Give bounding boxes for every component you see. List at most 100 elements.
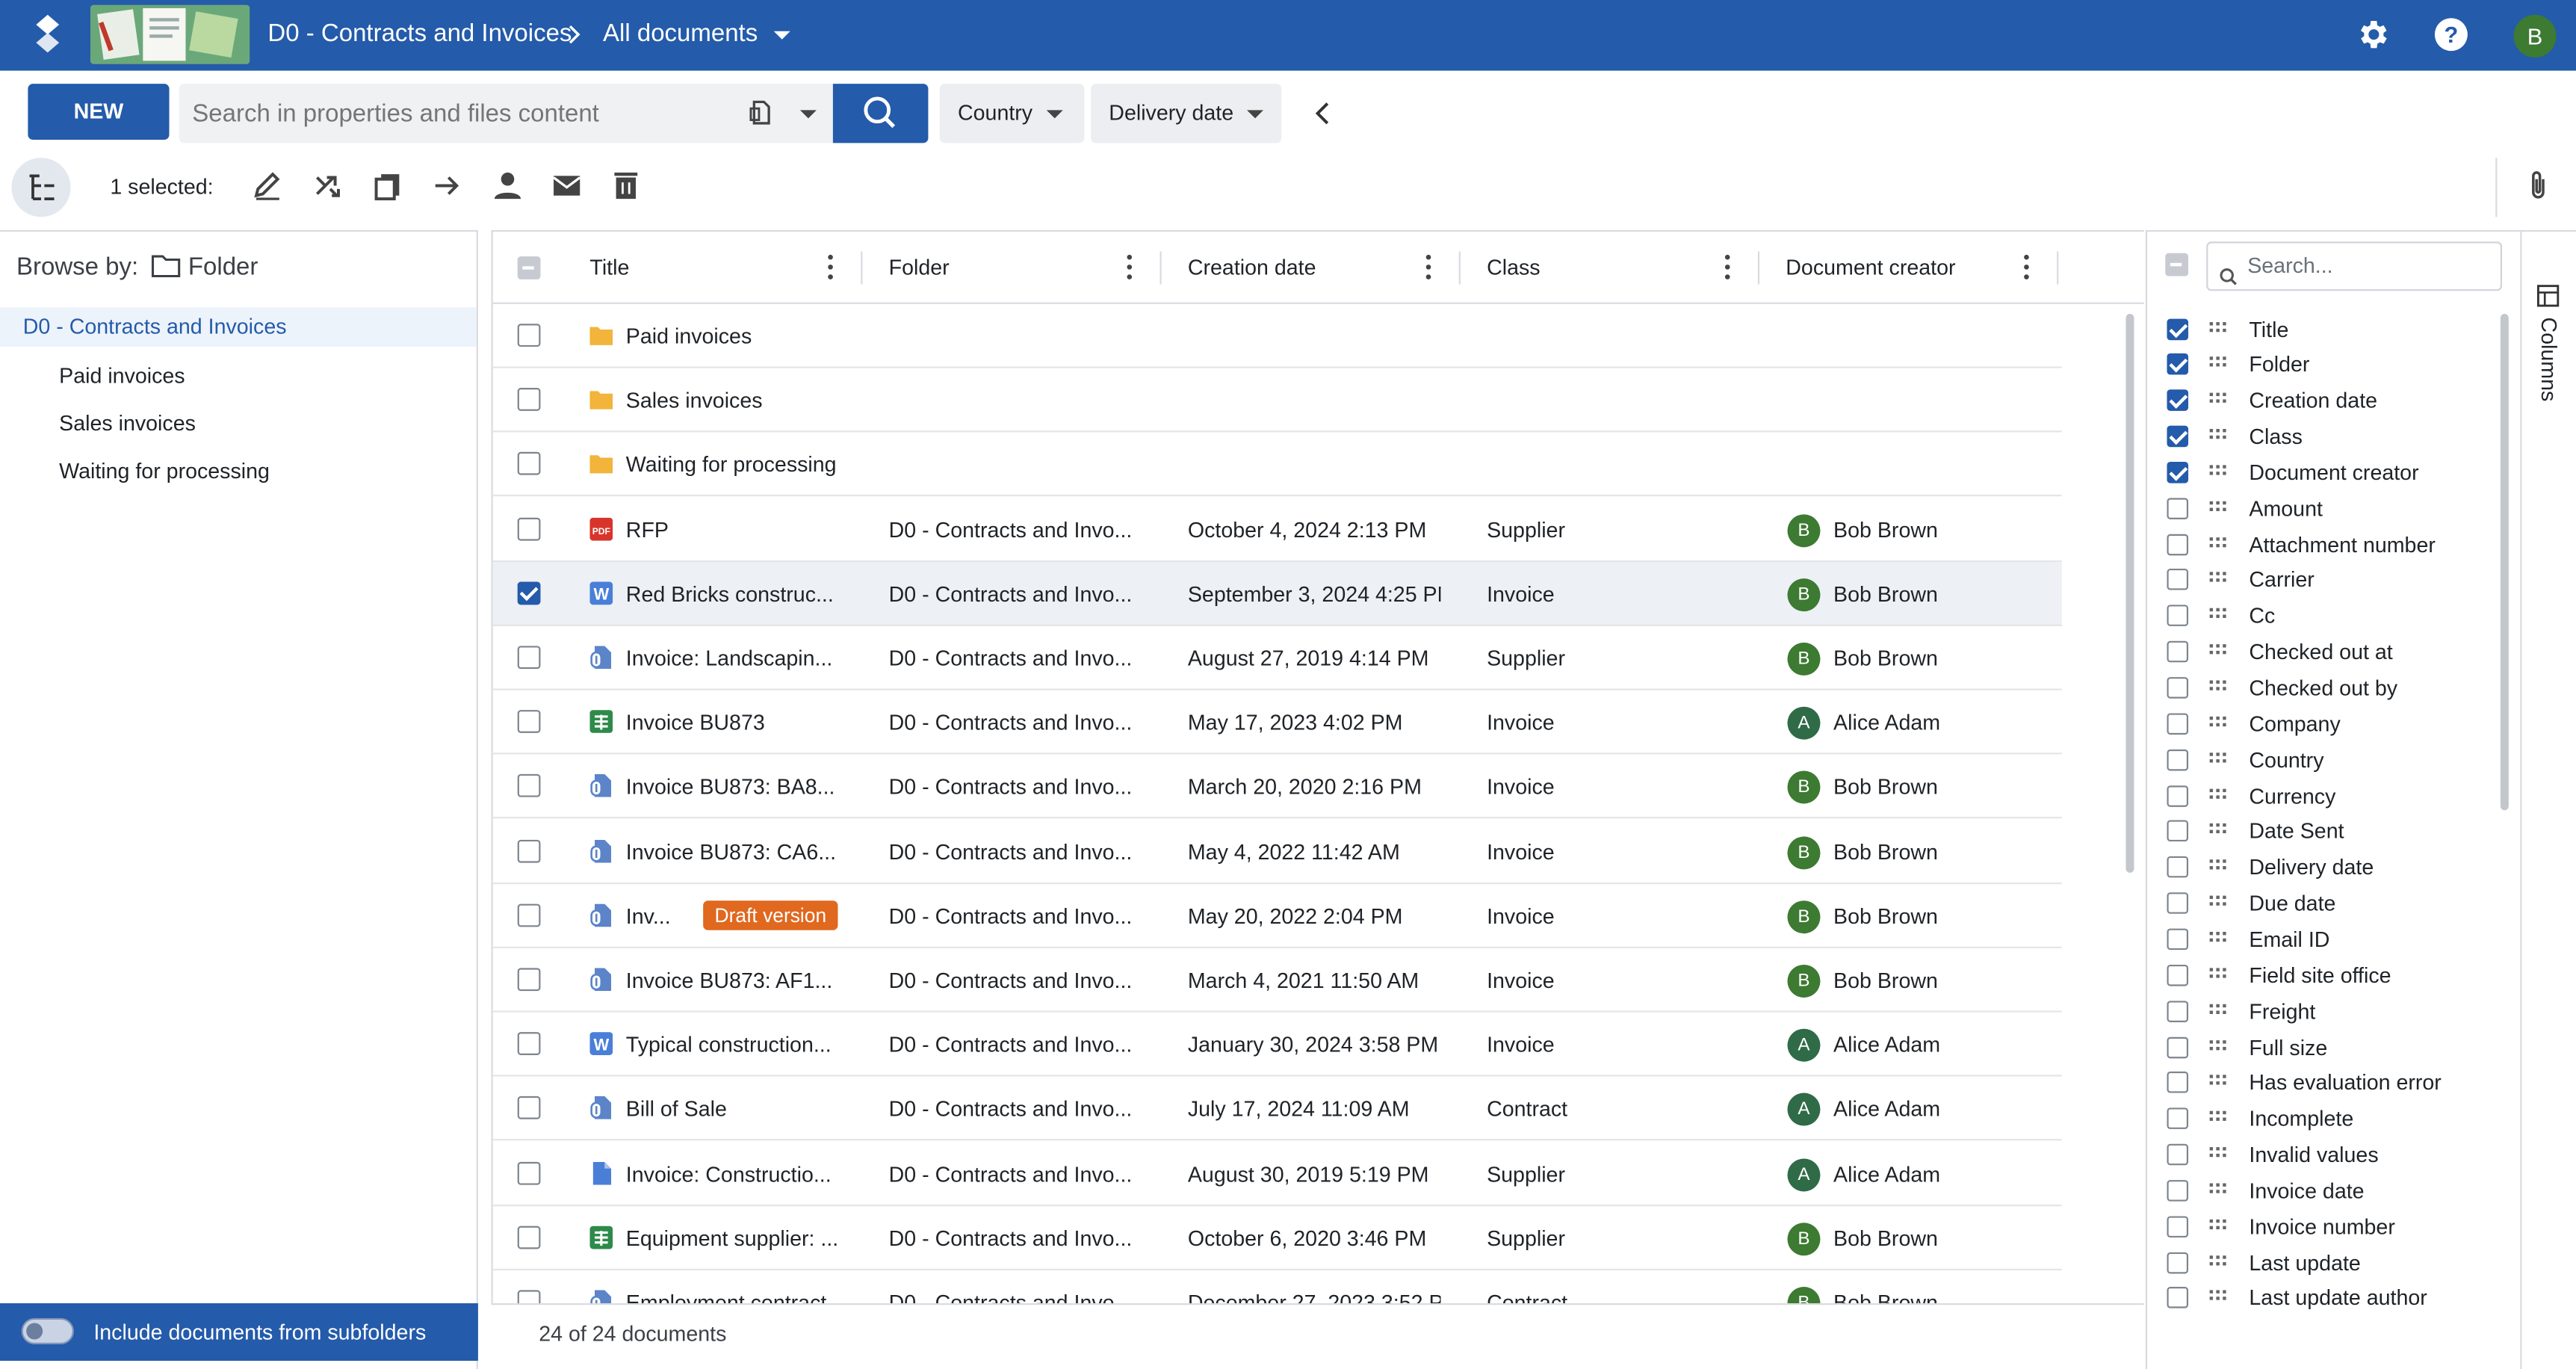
cell-title[interactable]: Waiting for processing <box>626 453 837 478</box>
gear-icon[interactable] <box>2354 16 2390 52</box>
drag-handle-icon[interactable] <box>2209 1075 2226 1089</box>
cell-title[interactable]: Equipment supplier: ... <box>626 1226 838 1250</box>
column-option[interactable]: Invoice number <box>2147 1209 2520 1245</box>
cell-title[interactable]: Invoice: Landscapin... <box>626 646 833 670</box>
drag-handle-icon[interactable] <box>2209 1183 2226 1196</box>
drag-handle-icon[interactable] <box>2209 1255 2226 1268</box>
columns-scrollbar[interactable] <box>2500 314 2509 811</box>
tree-item-waiting-for-processing[interactable]: Waiting for processing <box>59 459 270 483</box>
column-header-title[interactable]: Title <box>589 255 629 279</box>
column-option-checkbox[interactable] <box>2167 389 2189 412</box>
drag-handle-icon[interactable] <box>2209 356 2226 371</box>
cell-title[interactable]: Invoice BU873: CA6... <box>626 839 836 864</box>
copy-icon[interactable] <box>371 170 404 203</box>
filter-delivery-date[interactable]: Delivery date <box>1091 84 1282 143</box>
column-menu-icon[interactable] <box>1127 254 1134 281</box>
workflow-icon[interactable] <box>312 170 345 203</box>
drag-handle-icon[interactable] <box>2209 1003 2226 1017</box>
tree-item-paid-invoices[interactable]: Paid invoices <box>59 363 185 388</box>
drag-handle-icon[interactable] <box>2209 895 2226 909</box>
column-option-checkbox[interactable] <box>2167 318 2189 340</box>
row-checkbox[interactable] <box>517 710 541 734</box>
column-option[interactable]: Incomplete <box>2147 1101 2520 1137</box>
column-option[interactable]: Country <box>2147 742 2520 778</box>
column-option[interactable]: Creation date <box>2147 383 2520 419</box>
column-resize-handle[interactable] <box>861 251 863 285</box>
column-option[interactable]: Company <box>2147 706 2520 742</box>
cell-title[interactable]: Typical construction... <box>626 1033 832 1057</box>
column-option-checkbox[interactable] <box>2167 1215 2189 1237</box>
column-option-checkbox[interactable] <box>2167 569 2189 591</box>
column-option[interactable]: Attachment number <box>2147 527 2520 563</box>
column-option-checkbox[interactable] <box>2167 892 2189 915</box>
column-resize-handle[interactable] <box>1458 251 1461 285</box>
column-option[interactable]: Last update <box>2147 1245 2520 1281</box>
table-row[interactable]: Waiting for processing <box>492 433 2062 498</box>
column-option[interactable]: Folder <box>2147 347 2520 383</box>
column-option-checkbox[interactable] <box>2167 425 2189 448</box>
table-row[interactable]: Paid invoices <box>492 304 2062 368</box>
row-checkbox[interactable] <box>517 1226 541 1249</box>
column-option[interactable]: Date Sent <box>2147 815 2520 850</box>
column-option-checkbox[interactable] <box>2167 1036 2189 1058</box>
table-row[interactable]: Equipment supplier: ... D0 - Contracts an… <box>492 1206 2062 1270</box>
filter-country[interactable]: Country <box>939 84 1085 143</box>
row-checkbox[interactable] <box>517 838 541 862</box>
move-icon[interactable] <box>430 170 463 203</box>
drag-handle-icon[interactable] <box>2209 1147 2226 1161</box>
delete-icon[interactable] <box>610 170 643 203</box>
column-option[interactable]: Invalid values <box>2147 1137 2520 1173</box>
row-checkbox[interactable] <box>517 452 541 476</box>
table-row[interactable]: Invoice: Landscapin... D0 - Contracts and… <box>492 626 2062 690</box>
columns-search-input[interactable]: Search... <box>2206 241 2503 291</box>
drag-handle-icon[interactable] <box>2209 716 2226 730</box>
column-option-checkbox[interactable] <box>2167 353 2189 376</box>
view-selector[interactable]: All documents <box>603 19 791 48</box>
drag-handle-icon[interactable] <box>2209 501 2226 514</box>
column-header-document-creator[interactable]: Document creator <box>1786 255 1955 279</box>
drag-handle-icon[interactable] <box>2209 537 2226 550</box>
drag-handle-icon[interactable] <box>2209 465 2226 478</box>
column-option-checkbox[interactable] <box>2167 677 2189 699</box>
column-resize-handle[interactable] <box>1159 251 1162 285</box>
search-button[interactable] <box>832 84 929 143</box>
drag-handle-icon[interactable] <box>2209 608 2226 622</box>
column-option-checkbox[interactable] <box>2167 856 2189 878</box>
drag-handle-icon[interactable] <box>2209 572 2226 586</box>
column-header-folder[interactable]: Folder <box>889 255 950 279</box>
drag-handle-icon[interactable] <box>2209 752 2226 766</box>
column-option-checkbox[interactable] <box>2167 713 2189 735</box>
row-checkbox[interactable] <box>517 1096 541 1120</box>
row-checkbox[interactable] <box>517 388 541 412</box>
columns-select-all-checkbox[interactable] <box>2165 253 2189 276</box>
email-icon[interactable] <box>551 170 583 203</box>
edit-icon[interactable] <box>251 170 284 203</box>
column-option[interactable]: Full size <box>2147 1030 2520 1066</box>
table-row[interactable]: PDF RFP D0 - Contracts and Invo... October … <box>492 497 2062 562</box>
drag-handle-icon[interactable] <box>2209 1039 2226 1053</box>
column-option-checkbox[interactable] <box>2167 1072 2189 1094</box>
table-row[interactable]: Invoice BU873: AF1... D0 - Contracts and … <box>492 948 2062 1013</box>
drag-handle-icon[interactable] <box>2209 788 2226 802</box>
cell-title[interactable]: Invoice BU873: AF1... <box>626 968 832 992</box>
drag-handle-icon[interactable] <box>2209 429 2226 442</box>
drag-handle-icon[interactable] <box>2209 321 2226 335</box>
column-option-checkbox[interactable] <box>2167 1000 2189 1022</box>
row-checkbox[interactable] <box>517 774 541 798</box>
table-row[interactable]: Invoice BU873: CA6... D0 - Contracts and … <box>492 820 2062 884</box>
drag-handle-icon[interactable] <box>2209 1291 2226 1304</box>
column-option[interactable]: Freight <box>2147 994 2520 1030</box>
include-subfolders-toggle[interactable] <box>21 1317 74 1345</box>
column-option-checkbox[interactable] <box>2167 1287 2189 1309</box>
row-checkbox[interactable] <box>517 324 541 347</box>
cell-title[interactable]: Invoice BU873 <box>626 711 765 735</box>
column-option[interactable]: Amount <box>2147 491 2520 527</box>
column-header-class[interactable]: Class <box>1487 255 1541 279</box>
column-option[interactable]: Currency <box>2147 778 2520 814</box>
help-icon[interactable]: ? <box>2433 16 2469 52</box>
tree-item-root[interactable]: D0 - Contracts and Invoices <box>0 307 477 347</box>
column-option-checkbox[interactable] <box>2167 461 2189 483</box>
drag-handle-icon[interactable] <box>2209 967 2226 981</box>
table-row[interactable]: Bill of Sale D0 - Contracts and Invo... Ju… <box>492 1077 2062 1142</box>
new-button[interactable]: NEW <box>28 84 170 140</box>
